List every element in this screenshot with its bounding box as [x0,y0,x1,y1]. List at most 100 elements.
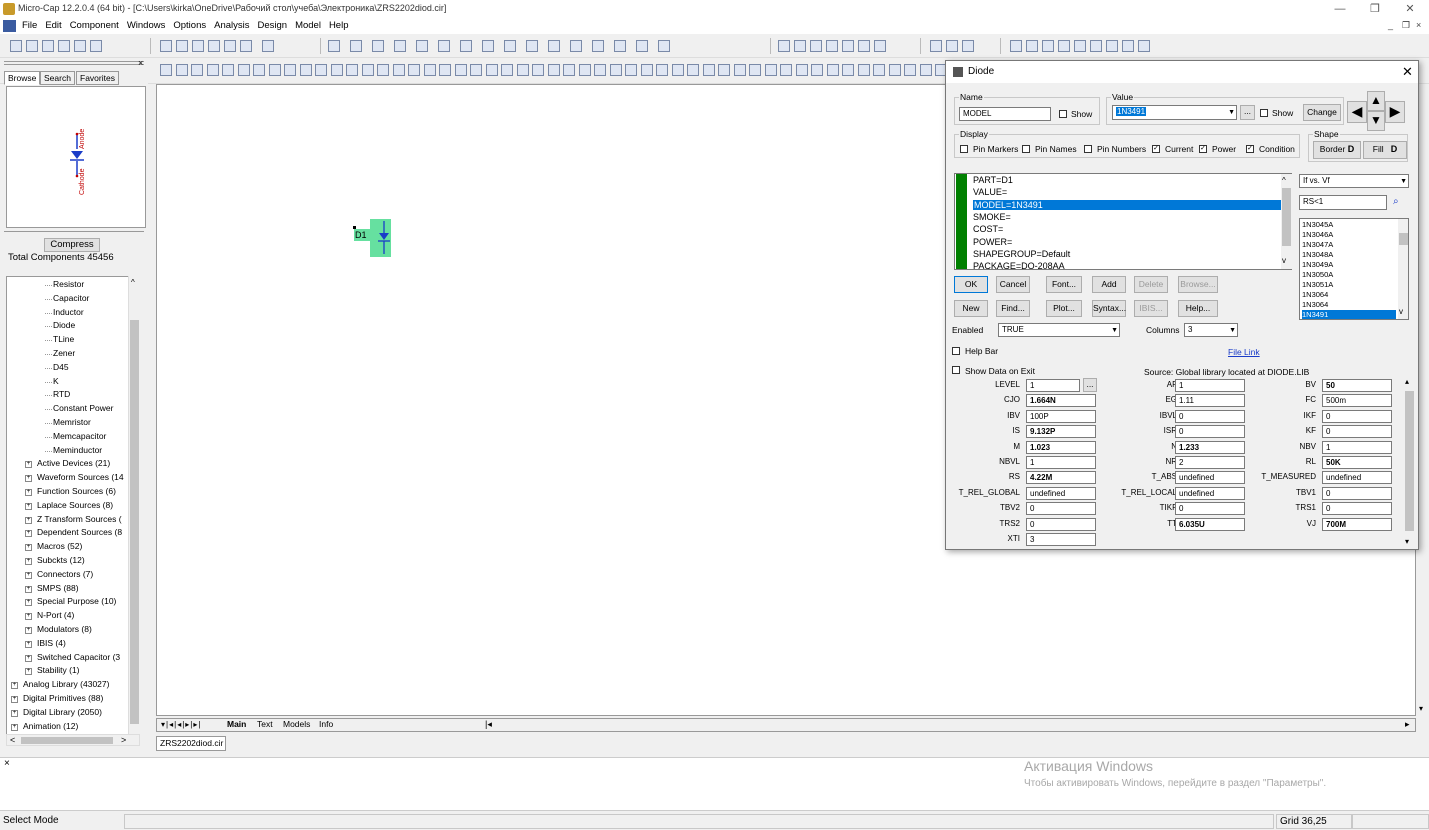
panel-close-icon[interactable]: × [138,58,143,68]
tab-main[interactable]: Main [227,719,246,729]
toolbar-button-icon[interactable] [1122,40,1134,52]
add-button[interactable]: Add [1092,276,1126,293]
plot-dropdown-icon[interactable]: ▼ [1400,176,1407,187]
model-list-item[interactable]: 1N3048A [1302,250,1396,259]
toolbar-button-icon[interactable] [962,40,974,52]
tree-expand-icon[interactable]: + [25,599,32,607]
toolbar-button-icon[interactable] [765,64,777,76]
menu-file[interactable]: File [18,18,41,34]
tree-expand-icon[interactable]: + [25,516,32,524]
tree-expand-icon[interactable]: + [25,475,32,483]
toolbar-button-icon[interactable] [842,64,854,76]
tree-expand-icon[interactable]: + [11,696,18,703]
toolbar-button-icon[interactable] [240,40,252,52]
attribute-row[interactable]: MODEL=1N3491 [973,199,1281,210]
fill-button[interactable]: Fill D [1363,141,1407,159]
param-field-t_measured[interactable]: undefined [1322,471,1392,485]
tree-item[interactable]: Subckts (12) [37,555,85,565]
tree-expand-icon[interactable]: + [25,544,32,552]
tree-item[interactable]: Digital Primitives (88) [23,693,103,703]
param-field-t_rel_global[interactable]: undefined [1026,486,1096,500]
param-field-n[interactable]: 1.233 [1175,440,1245,454]
tree-item[interactable]: Analog Library (43027) [23,679,109,689]
name-show-checkbox[interactable] [1059,110,1067,118]
toolbar-button-icon[interactable] [160,40,172,52]
plot-select[interactable]: If vs. Vf ▼ [1299,174,1409,188]
toolbar-button-icon[interactable] [393,64,405,76]
toolbar-button-icon[interactable] [439,64,451,76]
tree-item[interactable]: TLine [53,334,74,344]
dialog-close-icon[interactable]: ✕ [1402,64,1413,80]
tree-item[interactable]: Connectors (7) [37,569,93,579]
part-label[interactable]: D1 [354,229,370,241]
mdi-restore-icon[interactable]: ❐ [1402,20,1410,31]
tree-expand-icon[interactable]: + [25,502,32,510]
menu-windows[interactable]: Windows [123,18,170,34]
tree-item[interactable]: RTD [53,389,70,399]
tab-models[interactable]: Models [283,719,310,729]
attribute-row[interactable]: SHAPEGROUP=Default [973,249,1070,259]
toolbar-button-icon[interactable] [858,40,870,52]
tree-item[interactable]: Special Purpose (10) [37,596,116,606]
toolbar-button-icon[interactable] [176,64,188,76]
toolbar-button-icon[interactable] [504,40,516,52]
up-part-icon[interactable]: ▲ [1367,91,1385,111]
model-list-item[interactable]: 1N3047A [1302,240,1396,249]
toolbar-button-icon[interactable] [350,40,362,52]
help-bar-checkbox[interactable] [952,347,960,355]
toolbar-button-icon[interactable] [548,64,560,76]
param-field-ikf[interactable]: 0 [1322,409,1392,423]
toolbar-button-icon[interactable] [486,64,498,76]
panel-grip[interactable] [4,61,144,65]
toolbar-button-icon[interactable] [253,64,265,76]
toolbar-button-icon[interactable] [641,64,653,76]
toolbar-button-icon[interactable] [222,64,234,76]
tree-item[interactable]: Meminductor [53,445,102,455]
toolbar-button-icon[interactable] [610,64,622,76]
param-field-nbv[interactable]: 1 [1322,440,1392,454]
attribute-row[interactable]: POWER= [973,237,1012,247]
tab-info[interactable]: Info [319,719,333,729]
menu-design[interactable]: Design [253,18,291,34]
tree-item[interactable]: Zener [53,348,75,358]
model-list-item[interactable]: 1N3491 [1302,310,1396,319]
param-field-xti[interactable]: 3 [1026,533,1096,546]
toolbar-button-icon[interactable] [372,40,384,52]
toolbar-button-icon[interactable] [408,64,420,76]
param-field-trs2[interactable]: 0 [1026,517,1096,531]
model-list-item[interactable]: 1N3049A [1302,260,1396,269]
tree-expand-icon[interactable]: + [25,613,32,621]
display-checkbox-pin-markers[interactable] [960,145,968,153]
toolbar-button-icon[interactable] [208,40,220,52]
tree-expand-icon[interactable]: + [25,461,32,469]
enabled-dropdown-icon[interactable]: ▼ [1111,325,1118,336]
toolbar-button-icon[interactable] [526,40,538,52]
diode-part[interactable] [370,219,391,257]
hscroll-thumb[interactable] [21,737,113,744]
toolbar-button-icon[interactable] [328,40,340,52]
param-field-is[interactable]: 9.132P [1026,425,1096,439]
toolbar-button-icon[interactable] [889,64,901,76]
output-close-icon[interactable]: × [4,758,10,769]
file-tab[interactable]: ZRS2202diod.cir [156,736,226,751]
tree-item[interactable]: Memristor [53,417,91,427]
tree-expand-icon[interactable]: + [25,668,32,676]
params-scrollbar[interactable]: ▴ ▾ [1404,377,1415,549]
toolbar-button-icon[interactable] [238,64,250,76]
attr-scroll-thumb[interactable] [1282,188,1291,246]
document-icon[interactable] [3,20,16,32]
attr-scroll-down-icon[interactable]: v [1282,256,1286,265]
help-button[interactable]: Help... [1178,300,1218,317]
tree-item[interactable]: D45 [53,362,69,372]
toolbar-button-icon[interactable] [74,40,86,52]
toolbar-button-icon[interactable] [873,64,885,76]
param-field-fc[interactable]: 500m [1322,394,1392,408]
model-list-item[interactable]: 1N3064 [1302,290,1396,299]
tree-item[interactable]: Stability (1) [37,665,80,675]
toolbar-button-icon[interactable] [703,64,715,76]
toolbar-button-icon[interactable] [778,40,790,52]
model-scroll-down-icon[interactable]: v [1399,307,1403,316]
file-link[interactable]: File Link [1228,347,1260,357]
attribute-row[interactable]: SMOKE= [973,212,1011,222]
toolbar-button-icon[interactable] [570,40,582,52]
